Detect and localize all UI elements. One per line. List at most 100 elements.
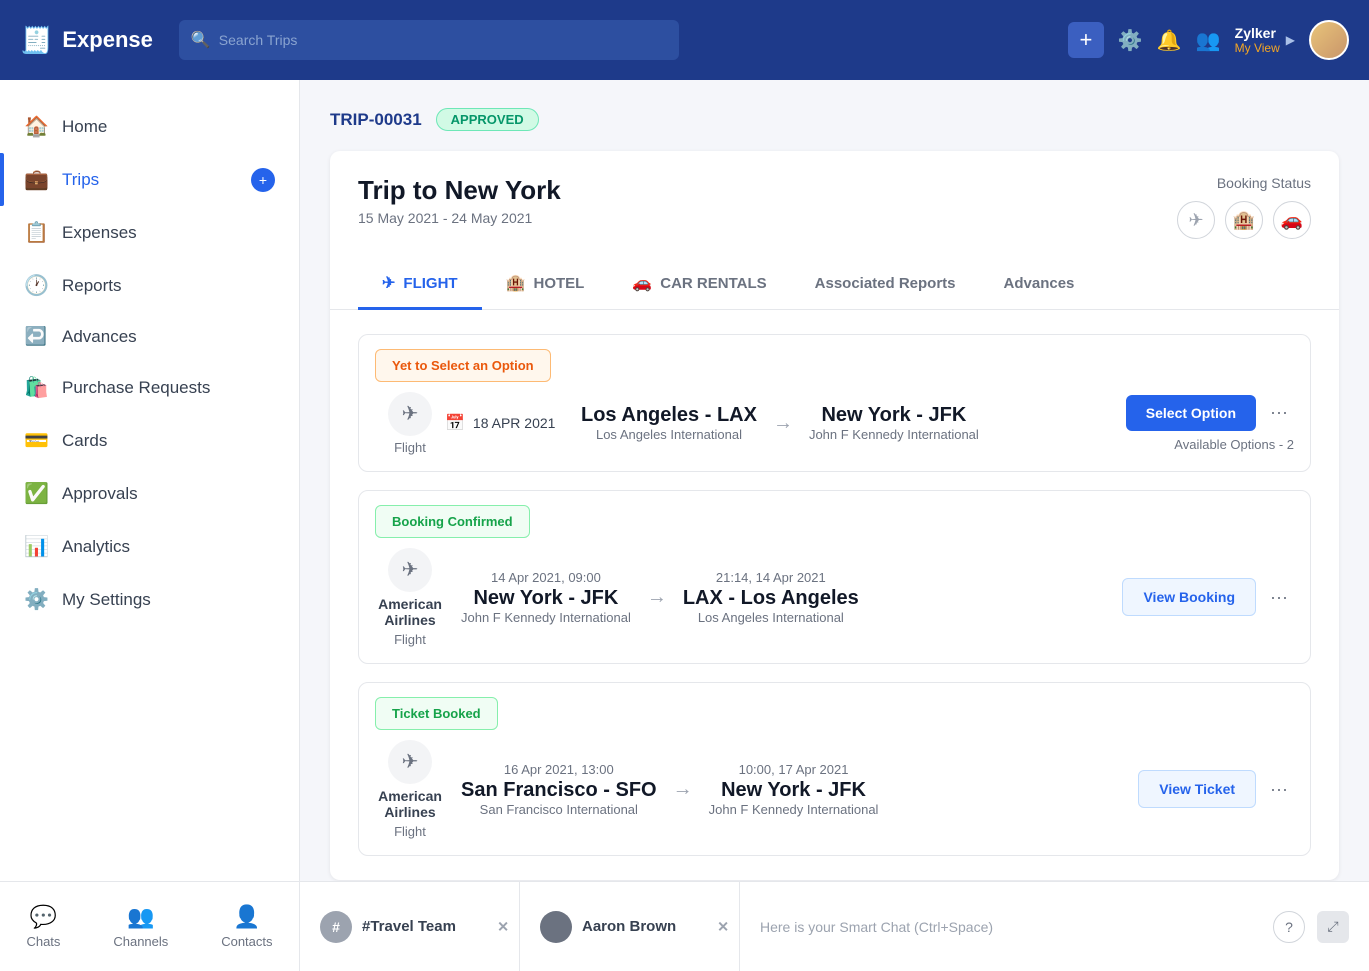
aaron-close-button[interactable]: ✕ xyxy=(717,918,729,935)
tab-advances-label: Advances xyxy=(1004,275,1075,292)
flight-2-route: 14 Apr 2021, 09:00 New York - JFK John F… xyxy=(445,570,1122,625)
trip-info: Trip to New York 15 May 2021 - 24 May 20… xyxy=(358,175,561,226)
trips-badge: + xyxy=(251,168,275,192)
bottom-nav-channels[interactable]: 👥 Channels xyxy=(113,904,168,949)
notifications-icon[interactable]: 🔔 xyxy=(1157,28,1182,53)
sidebar-item-label-advances: Advances xyxy=(62,327,137,347)
chat-expand-button[interactable]: ⤢ xyxy=(1317,911,1349,943)
sidebar-item-home[interactable]: 🏠 Home xyxy=(0,100,299,153)
user-view: My View xyxy=(1235,41,1280,55)
settings-icon[interactable]: ⚙️ xyxy=(1118,28,1143,53)
arrow-icon: → xyxy=(773,412,793,435)
flight-3-airline: AmericanAirlines xyxy=(378,788,442,820)
hotel-status-icon[interactable]: 🏨 xyxy=(1225,201,1263,239)
flight-2-more-button[interactable]: ··· xyxy=(1264,581,1294,614)
aaron-label: Aaron Brown xyxy=(582,918,676,935)
chat-help-button[interactable]: ? xyxy=(1273,911,1305,943)
flight-3-icon-col: ✈ AmericanAirlines Flight xyxy=(375,740,445,839)
flight-2-to-airport: Los Angeles International xyxy=(683,610,859,625)
sidebar-item-label-home: Home xyxy=(62,117,107,137)
expenses-icon: 📋 xyxy=(24,220,48,245)
view-booking-button[interactable]: View Booking xyxy=(1122,578,1256,616)
sidebar-item-label-trips: Trips xyxy=(62,170,99,190)
advances-icon: ↩️ xyxy=(24,326,48,347)
sidebar-item-advances[interactable]: ↩️ Advances xyxy=(0,312,299,361)
chat-tab-aaron[interactable]: Aaron Brown ✕ xyxy=(520,882,740,971)
booking-status: Booking Status ✈ 🏨 🚗 xyxy=(1177,175,1311,239)
search-input[interactable] xyxy=(219,32,667,48)
user-info: Zylker My View ▶ xyxy=(1235,25,1295,55)
flight-3-arrive-time: 10:00, 17 Apr 2021 xyxy=(709,762,879,777)
flight-1-plane-icon: ✈ xyxy=(388,392,432,436)
sidebar-item-analytics[interactable]: 📊 Analytics xyxy=(0,520,299,573)
sidebar-item-label-settings: My Settings xyxy=(62,590,151,610)
topnav-actions: + ⚙️ 🔔 👥 Zylker My View ▶ xyxy=(1068,20,1349,60)
bottom-nav: 💬 Chats 👥 Channels 👤 Contacts xyxy=(0,882,300,971)
bottom-nav-contacts[interactable]: 👤 Contacts xyxy=(221,904,272,949)
channels-nav-label: Channels xyxy=(113,934,168,949)
travel-team-avatar: # xyxy=(320,911,352,943)
sidebar-item-trips[interactable]: 💼 Trips + xyxy=(0,153,299,206)
arrow-icon-3: → xyxy=(673,778,693,801)
bottom-nav-chats[interactable]: 💬 Chats xyxy=(26,904,60,949)
sidebar-item-label-approvals: Approvals xyxy=(62,484,138,504)
smart-chat-input[interactable] xyxy=(760,919,1261,935)
tab-associated-reports[interactable]: Associated Reports xyxy=(791,259,980,310)
channels-nav-icon: 👥 xyxy=(127,904,154,930)
tab-car-label: CAR RENTALS xyxy=(660,275,766,292)
approvals-icon: ✅ xyxy=(24,481,48,506)
car-status-icon[interactable]: 🚗 xyxy=(1273,201,1311,239)
tab-hotel[interactable]: 🏨 HOTEL xyxy=(482,259,609,310)
flight-1-from: Los Angeles - LAX Los Angeles Internatio… xyxy=(581,404,757,442)
add-button[interactable]: + xyxy=(1068,22,1104,58)
flight-3-to-city: New York - JFK xyxy=(709,779,879,802)
logo-icon: 🧾 xyxy=(20,25,52,56)
flight-3-to: 10:00, 17 Apr 2021 New York - JFK John F… xyxy=(709,762,879,817)
flight-1-actions: Select Option ··· Available Options - 2 xyxy=(1126,395,1294,452)
bottom-bar: 💬 Chats 👥 Channels 👤 Contacts # #Travel … xyxy=(0,881,1369,971)
user-name: Zylker xyxy=(1235,25,1280,41)
flight-3-body: ✈ AmericanAirlines Flight 16 Apr 2021, 1… xyxy=(359,730,1310,855)
user-chevron-icon[interactable]: ▶ xyxy=(1286,33,1295,47)
analytics-icon: 📊 xyxy=(24,534,48,559)
flight-2-body: ✈ AmericanAirlines Flight 14 Apr 2021, 0… xyxy=(359,538,1310,663)
sidebar-item-cards[interactable]: 💳 Cards xyxy=(0,414,299,467)
chat-tabs: # #Travel Team ✕ Aaron Brown ✕ ? ⤢ xyxy=(300,882,1369,971)
arrow-icon-2: → xyxy=(647,586,667,609)
user-management-icon[interactable]: 👥 xyxy=(1196,28,1221,53)
flight-card-3: Ticket Booked ✈ AmericanAirlines Flight … xyxy=(358,682,1311,856)
cards-icon: 💳 xyxy=(24,428,48,453)
tab-flight[interactable]: ✈ FLIGHT xyxy=(358,259,482,310)
contacts-nav-icon: 👤 xyxy=(233,904,260,930)
flight-3-actions: View Ticket ··· xyxy=(1134,770,1294,808)
trip-status-badge: APPROVED xyxy=(436,108,539,131)
flight-3-more-button[interactable]: ··· xyxy=(1264,773,1294,806)
avatar[interactable] xyxy=(1309,20,1349,60)
logo-text: Expense xyxy=(62,27,153,53)
flight-1-more-button[interactable]: ··· xyxy=(1264,396,1294,429)
select-option-button[interactable]: Select Option xyxy=(1126,395,1256,431)
booking-status-label: Booking Status xyxy=(1177,175,1311,191)
flight-2-plane-icon: ✈ xyxy=(388,548,432,592)
flight-2-from-city: New York - JFK xyxy=(461,587,631,610)
flight-3-route: 16 Apr 2021, 13:00 San Francisco - SFO S… xyxy=(445,762,1134,817)
content-area: TRIP-00031 APPROVED Trip to New York 15 … xyxy=(300,80,1369,881)
sidebar-item-settings[interactable]: ⚙️ My Settings xyxy=(0,573,299,626)
tab-assoc-reports-label: Associated Reports xyxy=(815,275,956,292)
sidebar-item-approvals[interactable]: ✅ Approvals xyxy=(0,467,299,520)
travel-team-close-button[interactable]: ✕ xyxy=(497,918,509,935)
booking-status-icons: ✈ 🏨 🚗 xyxy=(1177,201,1311,239)
contacts-nav-label: Contacts xyxy=(221,934,272,949)
tab-advances[interactable]: Advances xyxy=(980,259,1099,310)
chat-tab-travel-team[interactable]: # #Travel Team ✕ xyxy=(300,882,520,971)
view-ticket-button[interactable]: View Ticket xyxy=(1138,770,1256,808)
sidebar-item-expenses[interactable]: 📋 Expenses xyxy=(0,206,299,259)
flight-3-from-city: San Francisco - SFO xyxy=(461,779,657,802)
flight-status-icon[interactable]: ✈ xyxy=(1177,201,1215,239)
flight-1-label: Flight xyxy=(394,440,426,455)
sidebar-item-reports[interactable]: 🕐 Reports xyxy=(0,259,299,312)
flight-3-status: Ticket Booked xyxy=(375,697,498,730)
search-bar[interactable]: 🔍 xyxy=(179,20,679,60)
tab-car-rentals[interactable]: 🚗 CAR RENTALS xyxy=(608,259,790,310)
sidebar-item-purchase-requests[interactable]: 🛍️ Purchase Requests xyxy=(0,361,299,414)
